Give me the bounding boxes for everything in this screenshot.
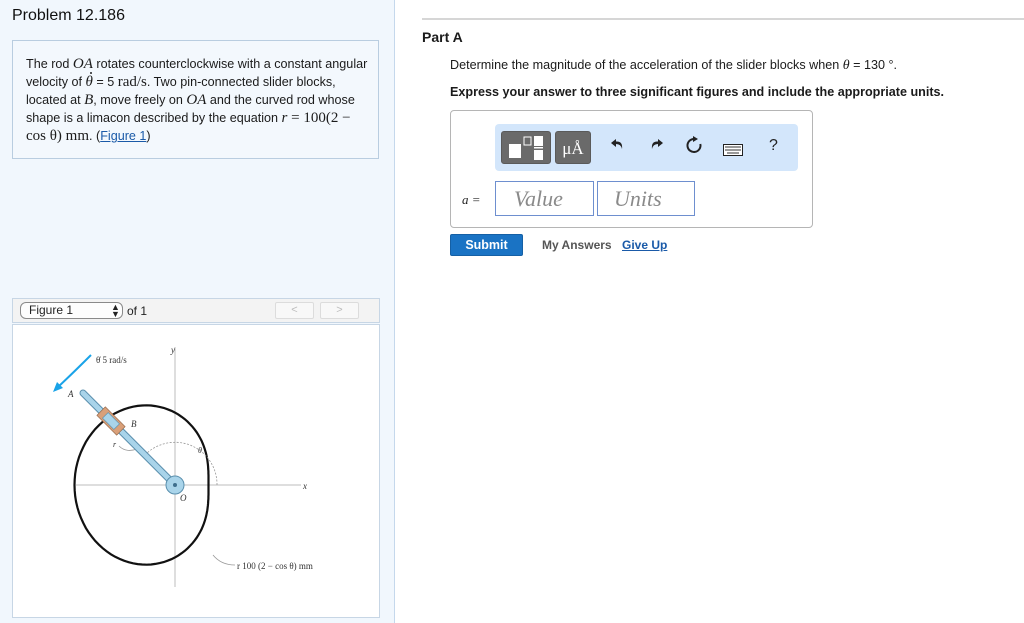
instruction-text: Express your answer to three significant… [450,85,945,99]
r-label: r [113,440,117,449]
math-toolbar: μÅ ? [495,124,798,171]
y-axis-label: y [170,345,175,355]
math-point-b: B [84,92,94,108]
figure-count: of 1 [127,304,148,318]
text-segment: . ( [89,129,101,143]
math-units: rad/s [117,74,147,90]
figure-navigation-bar: Figure 1 ▲ ▼ of 1 < > [12,298,380,323]
part-a-title: Part A [422,29,463,45]
math-theta: θ [842,58,850,73]
header-divider [422,18,1024,20]
text-segment: , move freely on [93,93,187,107]
point-o-label: O [180,493,187,503]
prev-figure-button[interactable]: < [275,302,314,319]
units-button[interactable]: μÅ [555,131,591,164]
point-b-label: B [131,419,137,429]
redo-icon[interactable] [648,136,664,157]
figure-select[interactable]: Figure 1 ▲ ▼ [20,302,123,319]
help-button[interactable]: ? [769,137,778,155]
question-text: Determine the magnitude of the accelerat… [450,58,897,74]
my-answers-button[interactable]: My Answers [542,238,612,252]
x-axis-label: x [302,481,307,491]
pivot-pin [173,483,177,487]
problem-panel: Problem 12.186 The rod OA rotates counte… [0,0,395,623]
value-input[interactable] [495,181,594,216]
angular-velocity-label: θ̇ 5 rad/s [96,355,127,365]
problem-statement: The rod OA rotates counterclockwise with… [26,55,371,145]
keyboard-icon[interactable] [723,140,743,161]
select-arrows-icon: ▲ ▼ [111,302,120,319]
theta-label: θ [198,446,202,455]
next-figure-button[interactable]: > [320,302,359,319]
units-input[interactable] [597,181,695,216]
submit-button[interactable]: Submit [450,234,523,256]
curve-equation-label: r 100 (2 − cos θ) mm [237,561,313,571]
text-segment: = 5 [92,75,118,89]
answer-variable: a = [462,192,481,207]
question-segment: Determine the magnitude of the accelerat… [450,58,843,72]
reset-icon[interactable] [685,136,703,159]
math-rod-oa: OA [186,92,207,108]
templates-button[interactable] [501,131,551,164]
math-rod-oa: OA [72,56,93,72]
problem-statement-box: The rod OA rotates counterclockwise with… [12,40,379,159]
curve-leader [212,554,236,566]
math-theta-dot: θ [85,72,93,90]
templates-icon [509,136,543,160]
figure-select-value: Figure 1 [29,303,74,317]
question-segment: = 130 °. [849,58,898,72]
angular-velocity-arrow [57,354,92,388]
figure-link[interactable]: Figure 1 [100,129,146,143]
figure-diagram: x y θ r A B O θ̇ 5 rad/s r 100 (2 − cos … [53,345,313,587]
give-up-link[interactable]: Give Up [622,238,667,252]
text-segment: ) [146,129,151,143]
figure-panel: x y θ r A B O θ̇ 5 rad/s r 100 (2 − cos … [12,324,380,618]
text-segment: The rod [26,57,73,71]
answer-box: μÅ ? a = [450,110,813,228]
problem-title: Problem 12.186 [12,7,125,24]
answer-label: a = [462,192,481,208]
point-a-label: A [67,389,74,399]
undo-icon[interactable] [610,136,626,157]
